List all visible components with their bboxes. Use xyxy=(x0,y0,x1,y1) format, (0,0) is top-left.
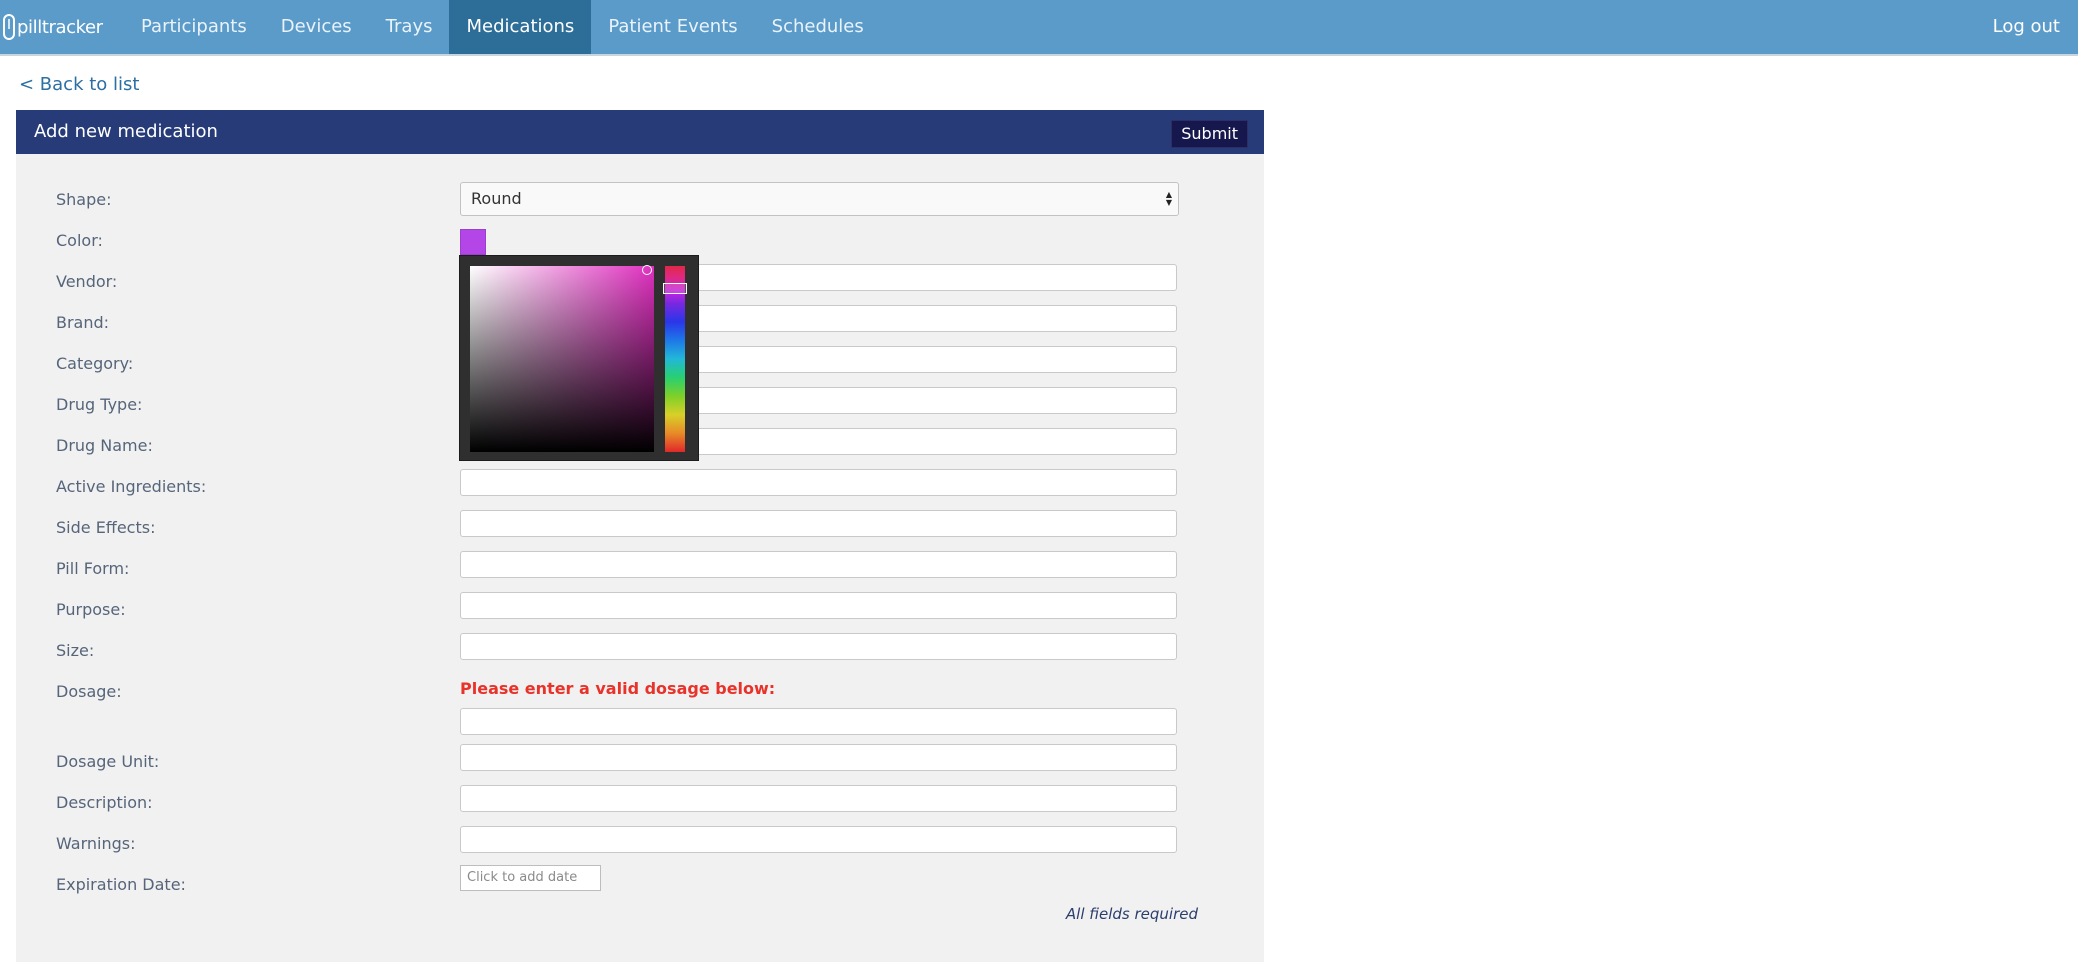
brand-label: Brand: xyxy=(56,313,110,332)
saturation-value-handle[interactable] xyxy=(642,265,652,275)
description-input[interactable] xyxy=(460,785,1177,812)
size-label: Size: xyxy=(56,641,95,660)
warnings-input[interactable] xyxy=(460,826,1177,853)
vendor-label: Vendor: xyxy=(56,272,118,291)
pill-logo-icon xyxy=(3,14,15,40)
category-label: Category: xyxy=(56,354,134,373)
hue-slider-handle[interactable] xyxy=(663,283,687,294)
add-medication-panel: Add new medication Submit Shape: Round ▲… xyxy=(16,110,1264,962)
nav-patient-events[interactable]: Patient Events xyxy=(591,0,754,54)
nav-schedules[interactable]: Schedules xyxy=(755,0,881,54)
logo-text: pilltracker xyxy=(17,16,103,38)
pill-form-input[interactable] xyxy=(460,551,1177,578)
drug-type-label: Drug Type: xyxy=(56,395,143,414)
purpose-label: Purpose: xyxy=(56,600,126,619)
dosage-error-message: Please enter a valid dosage below: xyxy=(460,679,776,698)
drug-name-label: Drug Name: xyxy=(56,436,153,455)
side-effects-label: Side Effects: xyxy=(56,518,156,537)
saturation-value-area[interactable] xyxy=(470,266,654,452)
purpose-input[interactable] xyxy=(460,592,1177,619)
shape-label: Shape: xyxy=(56,190,112,209)
back-to-list-link[interactable]: < Back to list xyxy=(19,74,139,95)
color-label: Color: xyxy=(56,231,103,250)
logo[interactable]: pilltracker xyxy=(2,12,103,42)
panel-title: Add new medication xyxy=(34,121,218,142)
submit-button[interactable]: Submit xyxy=(1171,120,1248,148)
side-effects-input[interactable] xyxy=(460,510,1177,537)
nav-medications[interactable]: Medications xyxy=(449,0,592,54)
select-arrows-icon: ▲ ▼ xyxy=(1165,190,1173,207)
main-nav: Participants Devices Trays Medications P… xyxy=(124,0,881,54)
logout-link[interactable]: Log out xyxy=(1993,0,2060,54)
warnings-label: Warnings: xyxy=(56,834,136,853)
dosage-input[interactable] xyxy=(460,708,1177,735)
all-fields-required-note: All fields required xyxy=(1065,905,1198,923)
pill-form-label: Pill Form: xyxy=(56,559,130,578)
top-nav-bar: pilltracker Participants Devices Trays M… xyxy=(0,0,2078,56)
description-label: Description: xyxy=(56,793,153,812)
nav-participants[interactable]: Participants xyxy=(124,0,264,54)
dosage-unit-input[interactable] xyxy=(460,744,1177,771)
nav-trays[interactable]: Trays xyxy=(369,0,450,54)
shape-select[interactable]: Round ▲ ▼ xyxy=(460,182,1179,216)
panel-header: Add new medication Submit xyxy=(16,110,1264,154)
color-picker-popover xyxy=(459,255,699,461)
nav-devices[interactable]: Devices xyxy=(264,0,369,54)
shape-select-value: Round xyxy=(471,189,522,208)
expiration-date-label: Expiration Date: xyxy=(56,875,186,894)
dosage-unit-label: Dosage Unit: xyxy=(56,752,160,771)
color-swatch[interactable] xyxy=(460,229,486,255)
dosage-label: Dosage: xyxy=(56,682,122,701)
active-ingredients-input[interactable] xyxy=(460,469,1177,496)
expiration-date-input[interactable]: Click to add date xyxy=(460,865,601,891)
active-ingredients-label: Active Ingredients: xyxy=(56,477,207,496)
size-input[interactable] xyxy=(460,633,1177,660)
